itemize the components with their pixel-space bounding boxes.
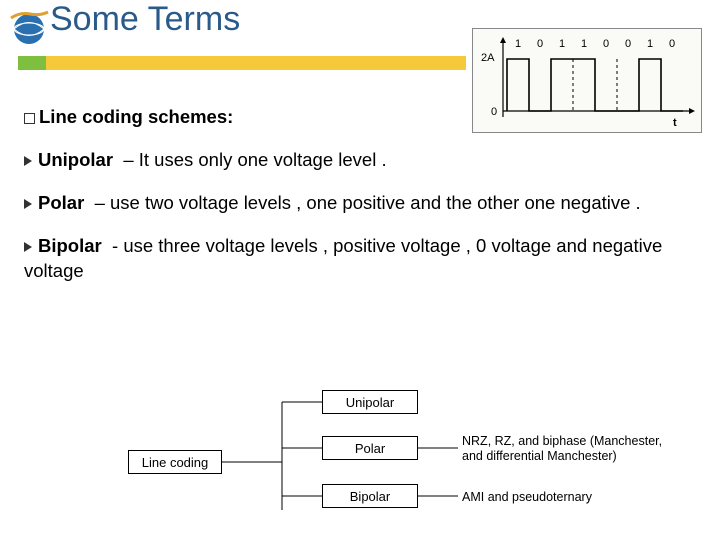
triangle-bullet-icon: [24, 156, 32, 166]
square-bullet-icon: [24, 113, 35, 124]
svg-text:1: 1: [647, 38, 653, 50]
svg-text:0: 0: [625, 38, 631, 50]
bit-labels: 1 0 1 1 0 0 1 0: [515, 38, 675, 50]
item-polar: Polar – use two voltage levels , one pos…: [24, 191, 704, 216]
svg-text:0: 0: [603, 38, 609, 50]
svg-text:1: 1: [581, 38, 587, 50]
svg-text:1: 1: [559, 38, 565, 50]
y-top-label: 2A: [481, 52, 495, 64]
node-root: Line coding: [128, 450, 222, 474]
content-area: Line coding schemes: Unipolar – It uses …: [24, 105, 704, 302]
section-heading: Line coding schemes:: [24, 105, 704, 130]
slide-title: Some Terms: [50, 0, 240, 39]
coding-tree-diagram: Line coding Unipolar Polar Bipolar NRZ, …: [110, 380, 690, 530]
item-bipolar: Bipolar - use three voltage levels , pos…: [24, 234, 704, 284]
accent-stripe: [18, 56, 466, 70]
note-polar: NRZ, RZ, and biphase (Manchester, and di…: [462, 434, 682, 464]
note-bipolar: AMI and pseudoternary: [462, 490, 682, 505]
node-bipolar: Bipolar: [322, 484, 418, 508]
svg-text:0: 0: [669, 38, 675, 50]
triangle-bullet-icon: [24, 199, 32, 209]
triangle-bullet-icon: [24, 242, 32, 252]
node-polar: Polar: [322, 436, 418, 460]
node-unipolar: Unipolar: [322, 390, 418, 414]
svg-text:1: 1: [515, 38, 521, 50]
svg-text:0: 0: [537, 38, 543, 50]
globe-logo: [8, 6, 50, 48]
item-unipolar: Unipolar – It uses only one voltage leve…: [24, 148, 704, 173]
